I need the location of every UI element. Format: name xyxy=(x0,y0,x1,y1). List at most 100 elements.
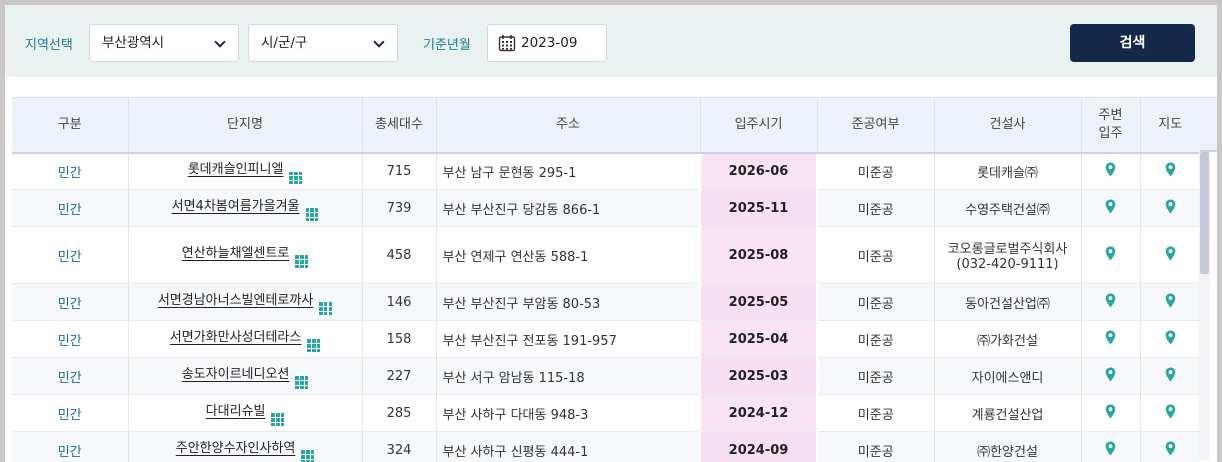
cell-address: 부산 사하구 다대동 948-3 xyxy=(436,394,701,432)
cell-move-in: 2025-03 xyxy=(699,357,818,395)
cell-builder: 롯데캐슬㈜ xyxy=(934,152,1082,190)
cell-move-in: 2024-09 xyxy=(699,431,818,462)
table-row[interactable]: 민간 서면경남아너스빌엔테로까사 146 부산 부산진구 부암동 80-53 2025-… xyxy=(12,283,1200,321)
map-pin-icon[interactable] xyxy=(1105,367,1116,386)
cell-completion: 미준공 xyxy=(817,152,935,190)
cell-units: 715 xyxy=(362,152,437,190)
grid-icon[interactable] xyxy=(289,171,303,185)
table-row[interactable]: 민간 서면4차봄여름가을겨울 739 부산 부산진구 당감동 866-1 2025-11… xyxy=(12,189,1200,227)
cell-kind: 민간 xyxy=(12,357,129,395)
cell-units: 158 xyxy=(362,320,437,358)
cell-name: 송도자이르네디오션 xyxy=(128,357,363,395)
header-completion[interactable]: 준공여부 xyxy=(817,97,935,154)
map-pin-icon[interactable] xyxy=(1165,404,1176,423)
table-row[interactable]: 민간 연산하늘채엘센트로 458 부산 연제구 연산동 588-1 2025-08 미준공… xyxy=(12,226,1200,284)
cell-kind: 민간 xyxy=(12,431,129,462)
map-pin-icon[interactable] xyxy=(1105,246,1116,265)
cell-move-in: 2025-04 xyxy=(699,320,818,358)
cell-move-in: 2025-05 xyxy=(699,283,818,321)
header-scroll-gap xyxy=(1200,97,1217,152)
date-value: 2023-09 xyxy=(521,35,578,51)
cell-builder: 동아건설산업㈜ xyxy=(934,283,1082,321)
cell-completion: 미준공 xyxy=(817,189,935,227)
cell-map xyxy=(1140,152,1200,190)
header-nearby[interactable]: 주변 입주 xyxy=(1081,97,1141,154)
map-pin-icon[interactable] xyxy=(1105,404,1116,423)
table-row[interactable]: 민간 다대리슈빌 285 부산 사하구 다대동 948-3 2024-12 미준공 계룡건설… xyxy=(12,394,1200,432)
district-select-value: 시/군/구 xyxy=(261,35,308,51)
header-units[interactable]: 총세대수 xyxy=(362,97,437,154)
table-row[interactable]: 민간 송도자이르네디오션 227 부산 서구 암남동 115-18 2025-03 미준공… xyxy=(12,357,1200,395)
results-table-wrap: 구분 단지명 총세대수 주소 입주시기 준공여부 건설사 주변 입주 지도 민간… xyxy=(12,97,1217,462)
map-pin-icon[interactable] xyxy=(1165,199,1176,218)
cell-units: 458 xyxy=(362,226,437,284)
grid-icon[interactable] xyxy=(271,413,285,427)
map-pin-icon[interactable] xyxy=(1165,246,1176,265)
cell-nearby xyxy=(1081,320,1141,358)
cell-address: 부산 부산진구 당감동 866-1 xyxy=(436,189,701,227)
region-select[interactable]: 부산광역시 xyxy=(89,24,239,62)
complex-name-link[interactable]: 다대리슈빌 xyxy=(206,404,266,419)
grid-icon[interactable] xyxy=(307,339,321,353)
table-row[interactable]: 민간 서면가화만사성더테라스 158 부산 부산진구 전포동 191-957 2025-… xyxy=(12,320,1200,358)
header-map[interactable]: 지도 xyxy=(1140,97,1200,154)
map-pin-icon[interactable] xyxy=(1165,330,1176,349)
cell-address: 부산 연제구 연산동 588-1 xyxy=(436,226,701,284)
cell-map xyxy=(1140,320,1200,358)
cell-units: 146 xyxy=(362,283,437,321)
chevron-down-icon xyxy=(214,36,226,48)
table-row[interactable]: 민간 주안한양수자인사하역 324 부산 사하구 신평동 444-1 2024-09 미준… xyxy=(12,431,1200,462)
cell-nearby xyxy=(1081,394,1141,432)
complex-name-link[interactable]: 서면4차봄여름가을겨울 xyxy=(172,199,300,214)
table-row[interactable]: 민간 롯데캐슬인피니엘 715 부산 남구 문현동 295-1 2026-06 미준공 롯데… xyxy=(12,152,1200,190)
map-pin-icon[interactable] xyxy=(1165,441,1176,460)
header-name[interactable]: 단지명 xyxy=(128,97,363,154)
chevron-down-icon xyxy=(373,36,385,48)
map-pin-icon[interactable] xyxy=(1105,441,1116,460)
map-pin-icon[interactable] xyxy=(1165,162,1176,181)
cell-builder: 수영주택건설㈜ xyxy=(934,189,1082,227)
complex-name-link[interactable]: 주안한양수자인사하역 xyxy=(176,441,296,456)
header-kind[interactable]: 구분 xyxy=(12,97,129,154)
cell-name: 주안한양수자인사하역 xyxy=(128,431,363,462)
complex-name-link[interactable]: 연산하늘채엘센트로 xyxy=(182,246,290,261)
table-scrollbar[interactable] xyxy=(1199,152,1210,460)
grid-icon[interactable] xyxy=(295,376,309,390)
complex-name-link[interactable]: 서면가화만사성더테라스 xyxy=(170,330,302,345)
grid-icon[interactable] xyxy=(319,302,333,316)
map-pin-icon[interactable] xyxy=(1105,162,1116,181)
header-move-in[interactable]: 입주시기 xyxy=(700,97,818,154)
map-pin-icon[interactable] xyxy=(1165,293,1176,312)
map-pin-icon[interactable] xyxy=(1105,293,1116,312)
cell-units: 285 xyxy=(362,394,437,432)
grid-icon[interactable] xyxy=(295,255,309,269)
cell-map xyxy=(1140,431,1200,462)
cell-move-in: 2025-08 xyxy=(699,226,818,284)
region-select-value: 부산광역시 xyxy=(102,35,165,51)
cell-map xyxy=(1140,357,1200,395)
header-builder[interactable]: 건설사 xyxy=(934,97,1082,154)
map-pin-icon[interactable] xyxy=(1165,367,1176,386)
cell-kind: 민간 xyxy=(12,152,129,190)
scrollbar-thumb[interactable] xyxy=(1200,152,1209,274)
district-select[interactable]: 시/군/구 xyxy=(248,24,398,62)
date-input[interactable]: 2023-09 xyxy=(487,24,607,62)
map-pin-icon[interactable] xyxy=(1105,199,1116,218)
cell-move-in: 2024-12 xyxy=(699,394,818,432)
calendar-icon xyxy=(498,35,516,52)
complex-name-link[interactable]: 서면경남아너스빌엔테로까사 xyxy=(158,293,313,308)
grid-icon[interactable] xyxy=(301,450,315,462)
header-address[interactable]: 주소 xyxy=(436,97,701,154)
cell-nearby xyxy=(1081,189,1141,227)
search-button[interactable]: 검색 xyxy=(1070,24,1195,62)
header-nearby-line2: 입주 xyxy=(1098,125,1123,141)
complex-name-link[interactable]: 송도자이르네디오션 xyxy=(182,367,290,382)
cell-builder: ㈜한양건설 xyxy=(934,431,1082,462)
complex-name-link[interactable]: 롯데캐슬인피니엘 xyxy=(188,162,284,177)
grid-icon[interactable] xyxy=(305,208,319,222)
map-pin-icon[interactable] xyxy=(1105,330,1116,349)
cell-name: 서면가화만사성더테라스 xyxy=(128,320,363,358)
cell-map xyxy=(1140,283,1200,321)
cell-builder: 코오롱글로벌주식회사 (032-420-9111) xyxy=(934,226,1082,284)
cell-map xyxy=(1140,394,1200,432)
